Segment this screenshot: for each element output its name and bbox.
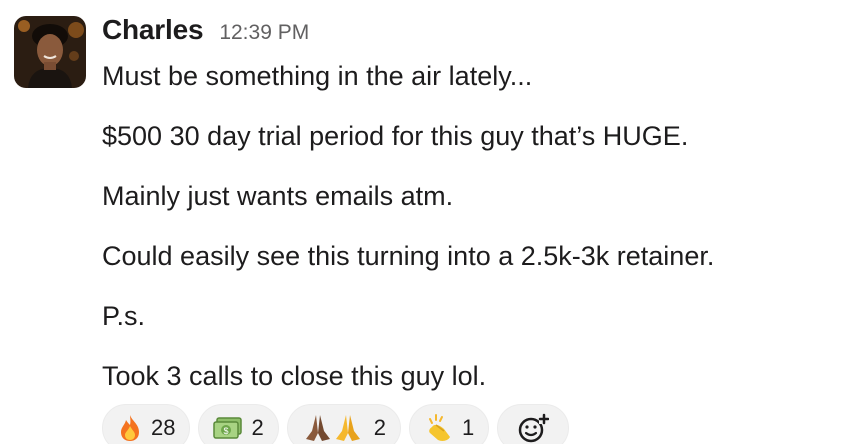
message: Charles 12:39 PM Must be something in th… bbox=[0, 0, 856, 444]
message-line: Could easily see this turning into a 2.5… bbox=[102, 241, 715, 271]
avatar[interactable] bbox=[14, 16, 86, 88]
money-icon: $ bbox=[213, 416, 243, 440]
message-header: Charles 12:39 PM bbox=[102, 14, 846, 52]
pray-icon bbox=[302, 413, 366, 443]
message-line: Must be something in the air lately... bbox=[102, 61, 533, 91]
clap-icon bbox=[424, 413, 454, 443]
reactions-bar: 28 $ 2 2 1 bbox=[102, 404, 570, 444]
message-content: Charles 12:39 PM Must be something in th… bbox=[102, 14, 846, 396]
reaction-clap[interactable]: 1 bbox=[408, 404, 490, 444]
reaction-pray[interactable]: 2 bbox=[286, 404, 401, 444]
reaction-count: 2 bbox=[251, 415, 264, 440]
message-line: P.s. bbox=[102, 301, 146, 331]
author-name[interactable]: Charles bbox=[102, 14, 204, 46]
message-line: $500 30 day trial period for this guy th… bbox=[102, 121, 689, 151]
avatar-image bbox=[14, 16, 86, 88]
fire-icon bbox=[117, 414, 143, 442]
message-line: Took 3 calls to close this guy lol. bbox=[102, 361, 487, 391]
reaction-count: 1 bbox=[461, 415, 475, 440]
message-line: Mainly just wants emails atm. bbox=[102, 181, 454, 211]
reaction-fire[interactable]: 28 bbox=[102, 404, 191, 444]
svg-text:$: $ bbox=[224, 426, 229, 436]
add-reaction-button[interactable] bbox=[497, 404, 570, 444]
timestamp[interactable]: 12:39 PM bbox=[219, 21, 309, 45]
reaction-money[interactable]: $ 2 bbox=[198, 404, 279, 444]
reaction-count: 2 bbox=[373, 415, 386, 440]
add-reaction-icon bbox=[517, 412, 550, 444]
reaction-count: 28 bbox=[151, 415, 176, 440]
